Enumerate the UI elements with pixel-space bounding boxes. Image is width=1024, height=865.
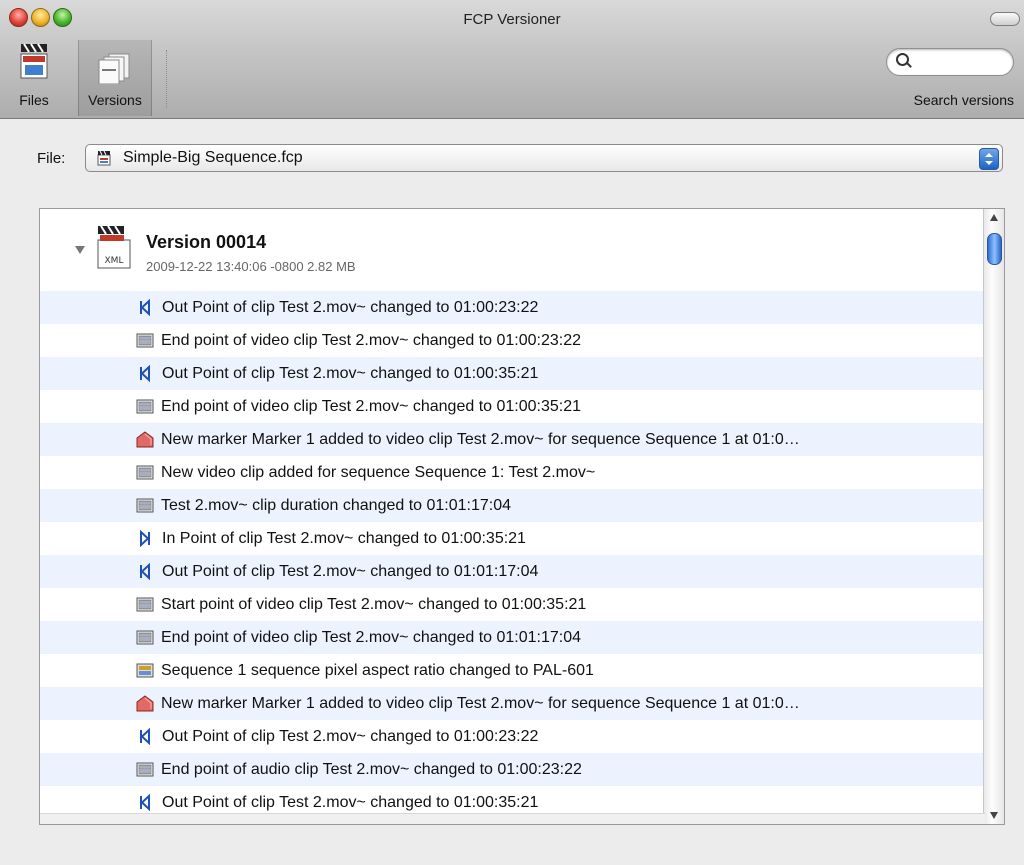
change-description: Test 2.mov~ clip duration changed to 01:… [161, 497, 512, 514]
change-description: Out Point of clip Test 2.mov~ changed to… [162, 794, 539, 811]
video-clip-icon [136, 332, 154, 349]
video-clip-icon [136, 398, 154, 415]
change-rows: Out Point of clip Test 2.mov~ changed to… [40, 291, 985, 819]
list-item[interactable]: Sequence 1 sequence pixel aspect ratio c… [40, 654, 985, 687]
scroll-thumb[interactable] [987, 233, 1002, 265]
list-item[interactable]: Test 2.mov~ clip duration changed to 01:… [40, 489, 985, 522]
disclosure-triangle-icon[interactable] [75, 246, 85, 254]
video-clip-icon [136, 629, 154, 646]
list-item[interactable]: Out Point of clip Test 2.mov~ changed to… [40, 555, 985, 588]
list-item[interactable]: Start point of video clip Test 2.mov~ ch… [40, 588, 985, 621]
change-description: End point of video clip Test 2.mov~ chan… [161, 332, 581, 349]
list-item[interactable]: End point of video clip Test 2.mov~ chan… [40, 390, 985, 423]
change-description: New video clip added for sequence Sequen… [161, 464, 596, 481]
xml-file-icon: XML [97, 225, 131, 269]
versions-icon [98, 53, 130, 84]
versions-label: Versions [88, 92, 142, 108]
vertical-scrollbar[interactable] [983, 209, 1004, 824]
list-item[interactable]: Out Point of clip Test 2.mov~ changed to… [40, 720, 985, 753]
list-item[interactable]: New marker Marker 1 added to video clip … [40, 423, 985, 456]
video-clip-icon [136, 464, 154, 481]
list-item[interactable]: New marker Marker 1 added to video clip … [40, 687, 985, 720]
files-label: Files [19, 92, 49, 108]
files-toolbar-button[interactable]: Files [0, 40, 68, 116]
xml-badge: XML [105, 256, 124, 266]
toolbar-separator [166, 50, 167, 108]
search-icon [896, 53, 909, 66]
toolbar-toggle-button[interactable] [990, 12, 1020, 26]
list-item[interactable]: New video clip added for sequence Sequen… [40, 456, 985, 489]
list-item[interactable]: End point of video clip Test 2.mov~ chan… [40, 621, 985, 654]
sequence-icon [136, 662, 154, 679]
app-window: FCP Versioner Files Versions Search vers… [0, 0, 1024, 865]
search-label: Search versions [913, 92, 1014, 108]
change-description: End point of video clip Test 2.mov~ chan… [161, 629, 581, 646]
file-popup-button[interactable]: Simple-Big Sequence.fcp [85, 144, 1003, 172]
list-item[interactable]: End point of audio clip Test 2.mov~ chan… [40, 753, 985, 786]
clapboard-icon [20, 43, 48, 79]
audio-clip-icon [136, 761, 154, 778]
change-description: Sequence 1 sequence pixel aspect ratio c… [161, 662, 594, 679]
list-item[interactable]: End point of video clip Test 2.mov~ chan… [40, 324, 985, 357]
out-point-icon [136, 793, 154, 812]
change-description: Out Point of clip Test 2.mov~ changed to… [162, 365, 539, 382]
change-description: Out Point of clip Test 2.mov~ changed to… [162, 299, 539, 316]
out-point-icon [136, 298, 154, 317]
out-point-icon [136, 562, 154, 581]
list-item[interactable]: Out Point of clip Test 2.mov~ changed to… [40, 357, 985, 390]
change-description: New marker Marker 1 added to video clip … [161, 431, 800, 448]
version-title: Version 00014 [146, 232, 267, 252]
change-description: New marker Marker 1 added to video clip … [161, 695, 800, 712]
scroll-up-arrow-icon[interactable] [990, 214, 998, 221]
search-field-wrap[interactable] [886, 48, 1014, 78]
in-point-icon [136, 529, 154, 548]
list-item[interactable]: Out Point of clip Test 2.mov~ changed to… [40, 291, 985, 324]
versions-list[interactable]: XML Version 00014 2009-12-22 13:40:06 -0… [39, 208, 1005, 825]
video-clip-icon [136, 497, 154, 514]
popup-arrows-icon [979, 148, 999, 170]
file-label: File: [37, 150, 66, 167]
marker-icon [136, 431, 154, 448]
change-description: End point of video clip Test 2.mov~ chan… [161, 398, 581, 415]
search-input[interactable] [886, 48, 1014, 76]
title-toolbar: FCP Versioner Files Versions Search vers… [0, 0, 1024, 119]
version-meta: 2009-12-22 13:40:06 -0800 2.82 MB [146, 259, 356, 274]
change-description: Start point of video clip Test 2.mov~ ch… [161, 596, 587, 613]
change-description: In Point of clip Test 2.mov~ changed to … [162, 530, 526, 547]
versions-toolbar-button[interactable]: Versions [78, 40, 152, 116]
scroll-down-arrow-icon[interactable] [990, 812, 998, 819]
list-item[interactable]: In Point of clip Test 2.mov~ changed to … [40, 522, 985, 555]
change-description: Out Point of clip Test 2.mov~ changed to… [162, 563, 539, 580]
change-description: End point of audio clip Test 2.mov~ chan… [161, 761, 582, 778]
out-point-icon [136, 727, 154, 746]
file-popup-value: Simple-Big Sequence.fcp [123, 149, 303, 166]
fcp-file-icon [97, 150, 111, 166]
horizontal-scroll-strip [40, 813, 985, 824]
out-point-icon [136, 364, 154, 383]
change-description: Out Point of clip Test 2.mov~ changed to… [162, 728, 539, 745]
marker-icon [136, 695, 154, 712]
window-title: FCP Versioner [463, 11, 561, 28]
video-clip-icon [136, 596, 154, 613]
